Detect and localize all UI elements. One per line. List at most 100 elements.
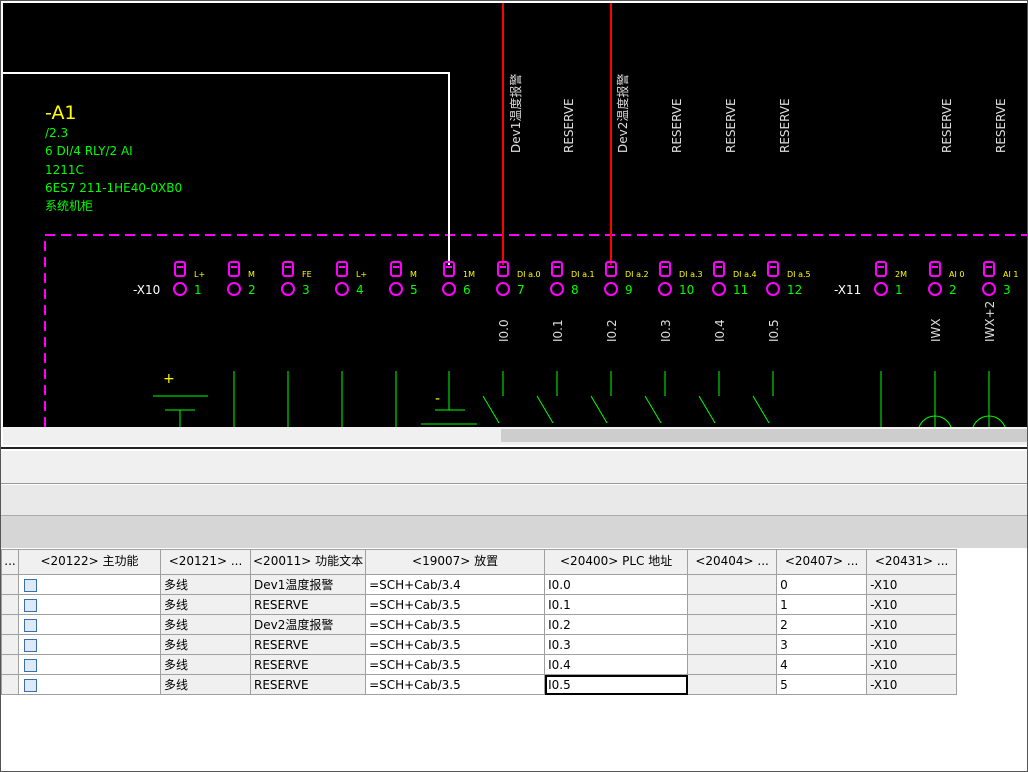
main-function-checkbox-cell[interactable] [18,614,161,635]
type-cell[interactable]: 多线 [160,674,251,695]
main-function-checkbox[interactable] [24,578,37,592]
col-20407-cell[interactable]: 2 [776,614,868,635]
pin-label: DI a.4 [733,270,757,279]
plc-address-cell[interactable]: I0.2 [544,614,689,635]
col-header-20407[interactable]: <20407> ... [776,549,868,575]
col-20407-cell[interactable]: 5 [776,674,868,695]
minus-symbol: - [435,391,440,407]
pane-splitter[interactable] [1,447,1027,449]
plc-address-cell[interactable]: I0.1 [544,594,689,615]
col-20431-cell[interactable]: -X10 [866,594,958,615]
app-window: -A1 /2.3 6 DI/4 RLY/2 AI 1211C 6ES7 211-… [0,0,1028,772]
table-row[interactable]: 多线 Dev1温度报警 =SCH+Cab/3.4 I0.0 0 -X10 [1,574,958,595]
pin-15: AI 1 3 [982,261,1018,297]
pin-label: M [248,270,255,279]
row-header-cell[interactable] [1,654,19,675]
function-text-cell[interactable]: RESERVE [249,594,367,615]
pin-number: 5 [410,283,418,297]
col-20404-cell[interactable] [687,654,778,675]
function-text-cell[interactable]: Dev1温度报警 [249,574,367,595]
col-20407-cell[interactable]: 3 [776,634,868,655]
group-header-bar [1,516,1027,548]
pin-connector [336,261,348,277]
col-20407-cell[interactable]: 4 [776,654,868,675]
main-function-checkbox-cell[interactable] [18,574,161,595]
type-cell[interactable]: 多线 [160,614,251,635]
pin-connector [875,261,887,277]
table-row[interactable]: 多线 RESERVE =SCH+Cab/3.5 I0.3 3 -X10 [1,634,958,655]
row-header-cell[interactable] [1,674,19,695]
plc-address-cell[interactable]: I0.5 [544,674,689,695]
plc-address-cell[interactable]: I0.3 [544,634,689,655]
main-function-checkbox[interactable] [24,638,37,652]
col-20404-cell[interactable] [687,574,778,595]
function-text-cell[interactable]: RESERVE [249,674,367,695]
col-20431-cell[interactable]: -X10 [866,674,958,695]
schematic-canvas[interactable]: -A1 /2.3 6 DI/4 RLY/2 AI 1211C 6ES7 211-… [3,3,1027,427]
pin-terminal [658,282,672,296]
plc-address-cell[interactable]: I0.0 [544,574,689,595]
table-row[interactable]: 多线 RESERVE =SCH+Cab/3.5 I0.5 5 -X10 [1,674,958,695]
function-text-cell[interactable]: Dev2温度报警 [249,614,367,635]
main-function-checkbox[interactable] [24,658,37,672]
col-header-20404[interactable]: <20404> ... [687,549,778,575]
col-20407-cell[interactable]: 1 [776,594,868,615]
main-function-checkbox[interactable] [24,678,37,692]
plc-address-label: I0.4 [713,319,727,342]
plc-address-label: IWX [929,318,943,342]
main-function-checkbox-cell[interactable] [18,674,161,695]
type-cell[interactable]: 多线 [160,634,251,655]
col-20404-cell[interactable] [687,634,778,655]
col-header-placement[interactable]: <19007> 放置 [365,549,546,575]
pin-number: 11 [733,283,748,297]
scrollbar-thumb[interactable] [501,429,1027,442]
type-cell[interactable]: 多线 [160,594,251,615]
row-header-cell[interactable] [1,614,19,635]
col-20404-cell[interactable] [687,614,778,635]
col-20407-cell[interactable]: 0 [776,574,868,595]
col-20431-cell[interactable]: -X10 [866,614,958,635]
device-tag: -A1 [45,102,77,124]
plc-address-cell[interactable]: I0.4 [544,654,689,675]
col-20404-cell[interactable] [687,674,778,695]
col-20404-cell[interactable] [687,594,778,615]
table-row[interactable]: 多线 RESERVE =SCH+Cab/3.5 I0.1 1 -X10 [1,594,958,615]
row-header-cell[interactable] [1,634,19,655]
col-20431-cell[interactable]: -X10 [866,574,958,595]
field-wiring [233,371,990,427]
main-function-checkbox-cell[interactable] [18,594,161,615]
main-function-checkbox[interactable] [24,618,37,632]
placement-cell[interactable]: =SCH+Cab/3.5 [365,654,546,675]
pin-3: FE 3 [281,261,312,297]
contact-switch [536,395,554,424]
wire-label: RESERVE [670,98,684,153]
main-function-checkbox-cell[interactable] [18,634,161,655]
canvas-horizontal-scrollbar[interactable] [3,427,1027,445]
row-header-cell[interactable] [1,574,19,595]
main-function-checkbox-cell[interactable] [18,654,161,675]
placement-cell[interactable]: =SCH+Cab/3.5 [365,674,546,695]
function-text-cell[interactable]: RESERVE [249,634,367,655]
function-text-cell[interactable]: RESERVE [249,654,367,675]
type-cell[interactable]: 多线 [160,574,251,595]
main-function-checkbox[interactable] [24,598,37,612]
row-header-cell[interactable] [1,594,19,615]
table-row[interactable]: 多线 Dev2温度报警 =SCH+Cab/3.5 I0.2 2 -X10 [1,614,958,635]
col-20431-cell[interactable]: -X10 [866,654,958,675]
placement-cell[interactable]: =SCH+Cab/3.4 [365,574,546,595]
placement-cell[interactable]: =SCH+Cab/3.5 [365,614,546,635]
placement-cell[interactable]: =SCH+Cab/3.5 [365,634,546,655]
col-header-20431[interactable]: <20431> ... [866,549,958,575]
pin-10: DI a.3 10 [658,261,703,297]
plc-address-label: I0.2 [605,319,619,342]
device-page-ref: /2.3 [45,126,68,140]
col-header-20121[interactable]: <20121> ... [160,549,251,575]
col-header-plc-address[interactable]: <20400> PLC 地址 [544,549,689,575]
col-20431-cell[interactable]: -X10 [866,634,958,655]
col-header-function-text[interactable]: <20011> 功能文本 [249,549,367,575]
row-header-corner[interactable]: ... [1,549,19,575]
placement-cell[interactable]: =SCH+Cab/3.5 [365,594,546,615]
type-cell[interactable]: 多线 [160,654,251,675]
table-row[interactable]: 多线 RESERVE =SCH+Cab/3.5 I0.4 4 -X10 [1,654,958,675]
col-header-main-function[interactable]: <20122> 主功能 [18,549,161,575]
